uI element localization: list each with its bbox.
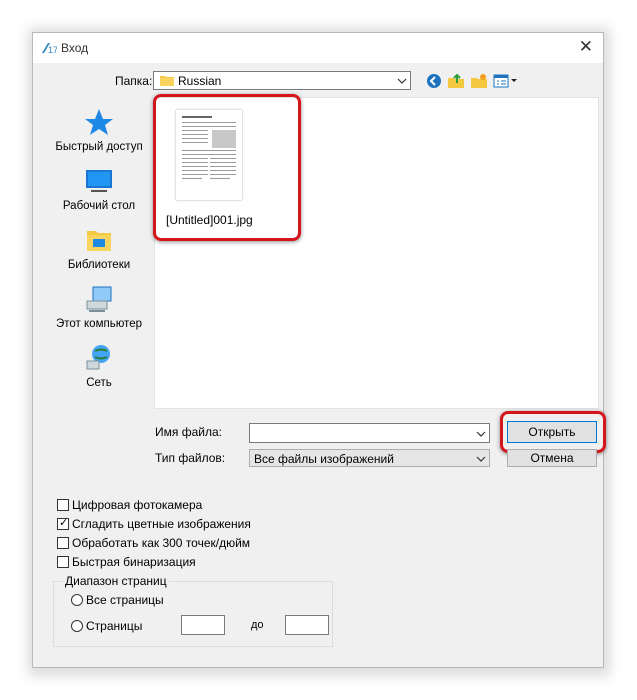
computer-icon: [86, 286, 112, 312]
folder-icon: [160, 76, 174, 86]
back-icon[interactable]: [425, 73, 443, 89]
svg-text:17: 17: [48, 45, 57, 55]
window-title: Вход: [61, 41, 89, 55]
place-network[interactable]: Сеть: [45, 343, 153, 389]
page-to-input[interactable]: [285, 615, 329, 635]
option-label: Цифровая фотокамера: [72, 498, 203, 512]
chevron-down-icon: [476, 456, 486, 462]
file-highlight: [153, 94, 301, 241]
checkbox[interactable]: [57, 556, 69, 568]
page-range-group: [53, 581, 333, 647]
checkbox-checked[interactable]: ✓: [57, 517, 69, 530]
place-label: Этот компьютер: [56, 318, 142, 330]
up-folder-icon[interactable]: [447, 73, 465, 89]
title-bar: 17 Вход ✕: [33, 33, 603, 63]
new-folder-icon[interactable]: [470, 73, 488, 89]
desktop-icon: [86, 170, 112, 192]
folder-dropdown[interactable]: Russian: [153, 71, 411, 90]
places-bar: Быстрый доступ Рабочий стол Библиотеки Э…: [45, 97, 153, 409]
cancel-button[interactable]: Отмена: [507, 449, 597, 467]
folder-label: Папка:: [115, 74, 153, 88]
libraries-icon: [87, 231, 111, 251]
checkmark-icon: ✓: [59, 517, 69, 529]
filetype-dropdown[interactable]: Все файлы изображений: [249, 449, 490, 467]
open-button-highlight: [500, 411, 606, 453]
filetype-value: Все файлы изображений: [254, 452, 394, 466]
place-this-pc[interactable]: Этот компьютер: [45, 284, 153, 330]
radio-label: Страницы: [86, 619, 143, 633]
page-range-title: Диапазон страниц: [63, 574, 169, 588]
filename-label: Имя файла:: [155, 425, 222, 439]
folder-value: Russian: [178, 74, 222, 88]
place-libraries[interactable]: Библиотеки: [45, 225, 153, 271]
filetype-label: Тип файлов:: [155, 451, 226, 465]
chevron-down-icon: [397, 78, 407, 84]
network-icon: [86, 345, 110, 370]
chevron-down-icon: [476, 431, 486, 437]
radio-button[interactable]: [71, 594, 83, 606]
place-label: Быстрый доступ: [55, 141, 143, 153]
place-label: Сеть: [86, 377, 112, 389]
view-menu-icon[interactable]: [493, 73, 519, 89]
place-quick-access[interactable]: Быстрый доступ: [45, 107, 153, 153]
checkbox[interactable]: [57, 537, 69, 549]
place-label: Рабочий стол: [62, 200, 136, 212]
option-label: Сгладить цветные изображения: [72, 517, 251, 531]
close-button[interactable]: ✕: [579, 37, 593, 57]
radio-label: Все страницы: [86, 593, 164, 607]
open-dialog: 17 Вход ✕ Папка: Russian Быстрый доступ …: [32, 32, 606, 668]
star-icon: [85, 109, 113, 135]
to-label: до: [251, 619, 264, 631]
place-label: Библиотеки: [67, 259, 131, 271]
option-label: Быстрая бинаризация: [72, 555, 196, 569]
option-label: Обработать как 300 точек/дюйм: [72, 536, 251, 550]
page-from-input[interactable]: [181, 615, 225, 635]
app-icon: 17: [42, 43, 57, 55]
place-desktop[interactable]: Рабочий стол: [45, 166, 153, 212]
checkbox[interactable]: [57, 499, 69, 511]
filename-input[interactable]: [249, 423, 490, 443]
radio-button[interactable]: [71, 620, 83, 632]
